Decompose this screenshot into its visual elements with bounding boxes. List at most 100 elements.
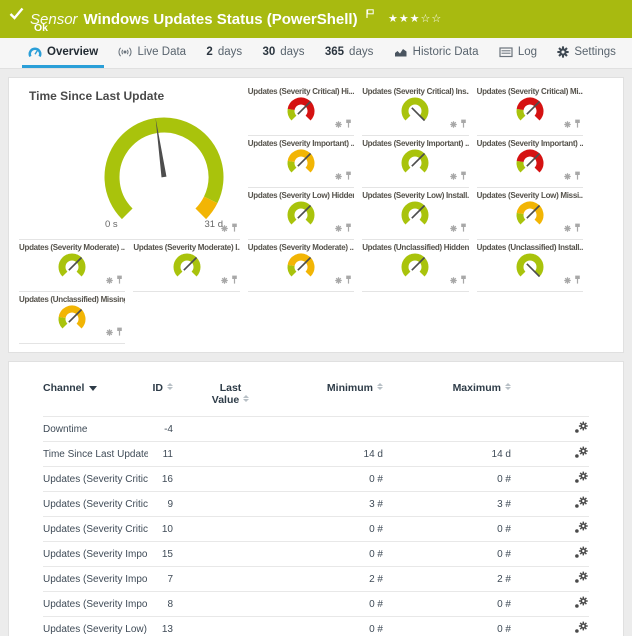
gear-icon[interactable] [335,115,342,133]
pin-icon[interactable] [460,271,467,289]
tab-overview[interactable]: Overview [22,38,104,68]
channel-maximum: 14 d [383,442,511,467]
gauge-cell[interactable]: Updates (Severity Critical) Hi... [248,84,354,136]
gauge-dial [510,148,550,176]
pin-icon[interactable] [345,219,352,237]
column-header-last-value[interactable]: LastValue [173,374,288,417]
gear-icon[interactable] [450,167,457,185]
channel-settings-icon[interactable] [574,446,589,462]
pin-icon[interactable] [574,271,581,289]
channel-settings-icon[interactable] [574,471,589,487]
channel-settings-icon[interactable] [574,571,589,587]
pin-icon[interactable] [345,115,352,133]
gauge-cell[interactable]: Updates (Severity Low) Hidden [248,188,354,240]
channel-settings-icon[interactable] [574,546,589,562]
gauge-cell[interactable]: Updates (Severity Low) Missi... [477,188,583,240]
pin-icon[interactable] [116,271,123,289]
gear-icon[interactable] [564,115,571,133]
channel-last-value [173,517,288,542]
pin-icon[interactable] [345,167,352,185]
tab-365-days[interactable]: 365days [319,38,379,68]
column-header-minimum[interactable]: Minimum [288,374,383,417]
tab-2-days[interactable]: 2days [200,38,248,68]
gear-icon[interactable] [106,323,113,341]
tab-bar: Overview Live Data 2days 30days 365days Histo… [0,38,632,69]
sensor-header: SensorWindows Updates Status (PowerShell… [0,0,632,38]
channel-row[interactable]: Updates (Severity Impo...72 #2 # [43,567,589,592]
channel-row[interactable]: Updates (Severity Critic...160 #0 # [43,467,589,492]
sorted-desc-icon [89,386,97,391]
channel-row[interactable]: Updates (Severity Critic...93 #3 # [43,492,589,517]
gauge-cell[interactable]: Updates (Severity Moderate) I... [133,240,239,292]
tab-live-data[interactable]: Live Data [112,38,192,68]
pin-icon[interactable] [574,115,581,133]
gear-icon[interactable] [335,271,342,289]
tab-log[interactable]: Log [493,38,543,68]
gauge-cell[interactable]: Updates (Unclassified) Install... [477,240,583,292]
gauge-cell[interactable]: Updates (Severity Critical) Mi... [477,84,583,136]
channel-settings-icon[interactable] [574,621,589,636]
gear-icon[interactable] [450,271,457,289]
gear-icon[interactable] [335,219,342,237]
channel-row[interactable]: Updates (Severity Impo...80 #0 # [43,592,589,617]
gauge-cell[interactable]: Updates (Severity Moderate) ... [19,240,125,292]
gauge-cell[interactable]: Updates (Unclassified) Hidden [362,240,468,292]
primary-gauge-title: Time Since Last Update [19,84,240,103]
pin-icon[interactable] [460,115,467,133]
gauge-cell[interactable]: Updates (Severity Important) ... [362,136,468,188]
gauge-cell[interactable]: Updates (Severity Critical) Ins... [362,84,468,136]
channel-id: -4 [148,417,173,442]
column-header-id[interactable]: ID [148,374,173,417]
channel-last-value [173,467,288,492]
pin-icon[interactable] [574,167,581,185]
tab-30-days[interactable]: 30days [256,38,310,68]
pin-icon[interactable] [460,167,467,185]
channel-row[interactable]: Updates (Severity Low) ...130 #0 # [43,617,589,636]
gauge-actions [450,271,467,289]
channel-maximum: 0 # [383,467,511,492]
gear-icon[interactable] [564,167,571,185]
gear-icon[interactable] [335,167,342,185]
pin-icon[interactable] [231,271,238,289]
tab-settings[interactable]: Settings [551,38,622,68]
channel-row[interactable]: Time Since Last Update1114 d14 d [43,442,589,467]
pin-icon[interactable] [574,219,581,237]
channel-settings-icon[interactable] [574,521,589,537]
gauge-cell[interactable]: Updates (Severity Moderate) ... [248,240,354,292]
channel-settings-icon[interactable] [574,596,589,612]
channel-settings-icon[interactable] [574,496,589,512]
gear-icon[interactable] [106,271,113,289]
gauge-cell[interactable]: Updates (Unclassified) Missing [19,292,125,344]
gauge-label: Updates (Unclassified) Install... [477,240,583,252]
gear-icon[interactable] [564,271,571,289]
pin-icon[interactable] [460,219,467,237]
channel-name: Time Since Last Update [43,442,148,467]
gauge-cell[interactable]: Updates (Severity Low) Install... [362,188,468,240]
gauge-label: Updates (Severity Critical) Mi... [477,84,583,96]
pin-icon[interactable] [116,323,123,341]
column-header-maximum[interactable]: Maximum [383,374,511,417]
channel-row[interactable]: Updates (Severity Critic...100 #0 # [43,517,589,542]
primary-gauge-cell[interactable]: Time Since Last Update 0 s 31 d [19,84,240,240]
gauge-cell[interactable]: Updates (Severity Important) ... [248,136,354,188]
gear-icon[interactable] [564,219,571,237]
pin-icon[interactable] [345,271,352,289]
pin-icon[interactable] [231,219,238,237]
gear-icon[interactable] [221,271,228,289]
channel-settings-icon[interactable] [574,421,589,437]
page-title: Windows Updates Status (PowerShell) [84,11,358,28]
tab-historic-data[interactable]: Historic Data [388,38,485,68]
column-header-channel[interactable]: Channel [43,374,148,417]
flag-icon[interactable] [362,5,378,22]
sort-icon [377,383,383,390]
priority-stars[interactable]: ★★★☆☆ [388,13,442,25]
gauge-actions [564,219,581,237]
gear-icon[interactable] [221,219,228,237]
gauge-dial [395,200,435,228]
gauge-cell[interactable]: Updates (Severity Important) ... [477,136,583,188]
gauge-label: Updates (Severity Low) Missi... [477,188,583,200]
channel-row[interactable]: Downtime-4 [43,417,589,442]
channel-row[interactable]: Updates (Severity Impo...150 #0 # [43,542,589,567]
gear-icon[interactable] [450,219,457,237]
gear-icon[interactable] [450,115,457,133]
